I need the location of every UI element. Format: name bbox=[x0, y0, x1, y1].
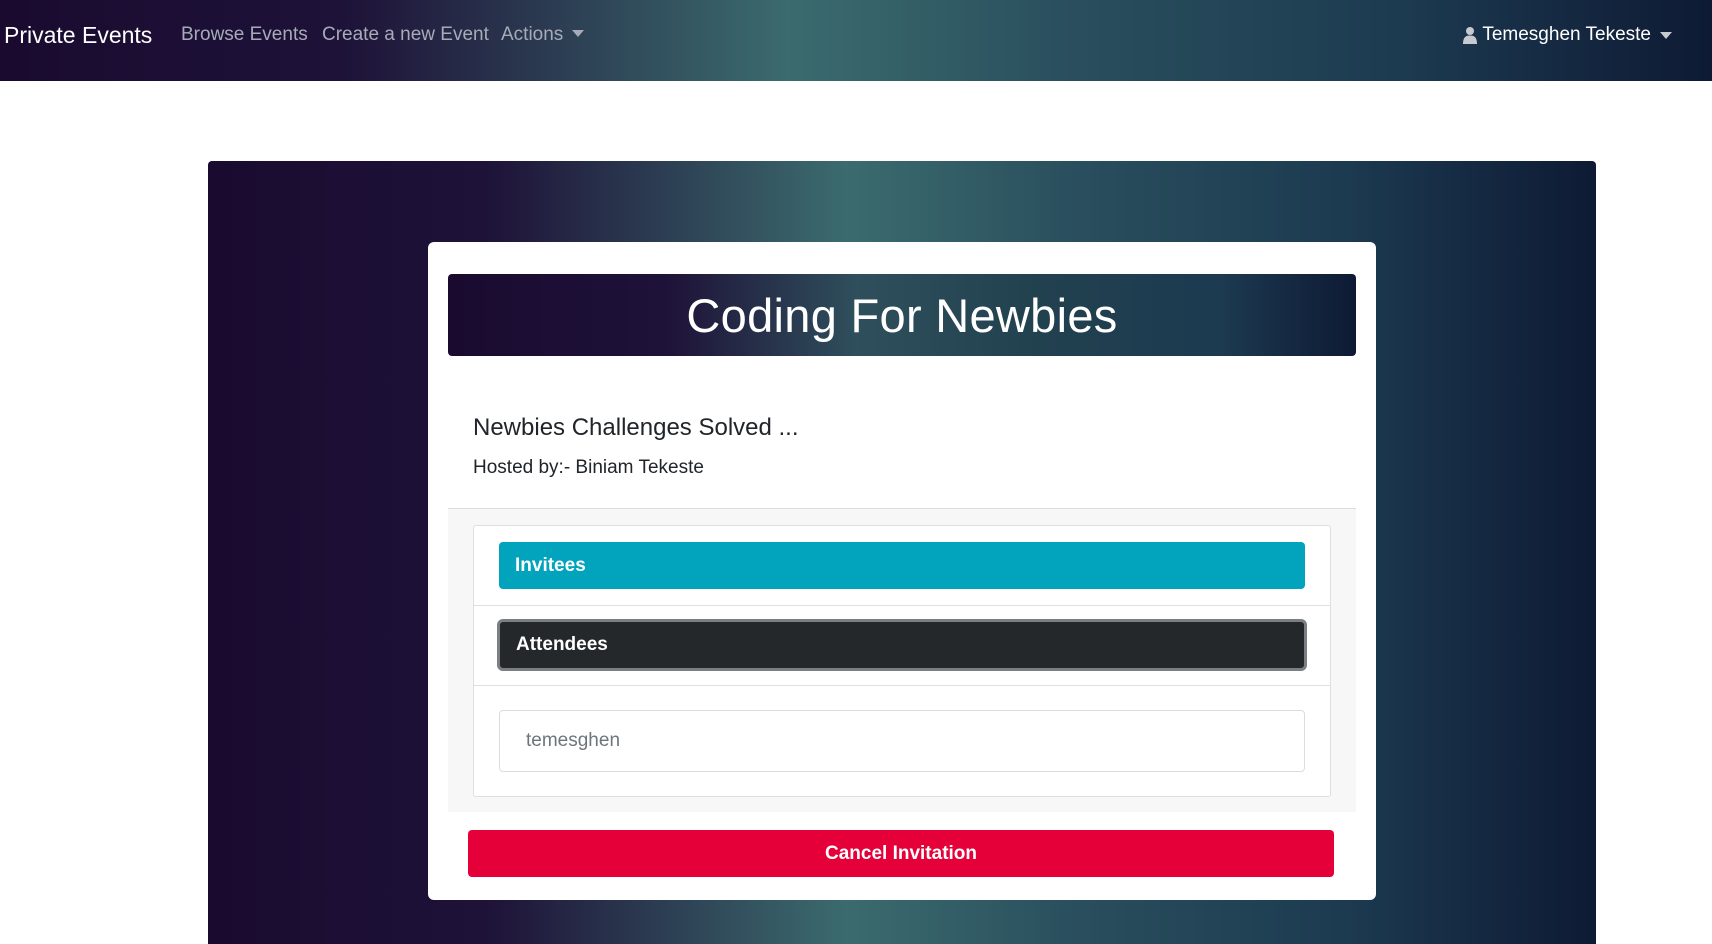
cancel-invitation-button[interactable]: Cancel Invitation bbox=[468, 830, 1334, 877]
list-item: Attendees bbox=[474, 606, 1330, 686]
nav-create-event[interactable]: Create a new Event bbox=[322, 24, 489, 46]
user-menu-dropdown[interactable]: Temesghen Tekeste bbox=[1463, 24, 1672, 46]
list-item: temesghen bbox=[474, 686, 1330, 796]
attendees-button[interactable]: Attendees bbox=[497, 619, 1307, 671]
brand-link[interactable]: Private Events bbox=[4, 22, 152, 49]
event-title: Coding For Newbies bbox=[686, 288, 1118, 342]
nav-actions-label: Actions bbox=[501, 24, 564, 45]
attendance-list-group: Invitees Attendees temesghen bbox=[473, 525, 1331, 797]
nav-browse-events[interactable]: Browse Events bbox=[181, 24, 308, 46]
nav-actions-dropdown[interactable]: Actions bbox=[501, 24, 585, 46]
list-item: Invitees bbox=[474, 526, 1330, 606]
attendee-entry: temesghen bbox=[499, 710, 1305, 772]
user-name: Temesghen Tekeste bbox=[1482, 24, 1651, 45]
attendance-panel: Invitees Attendees temesghen bbox=[448, 508, 1356, 812]
event-host: Hosted by:- Biniam Tekeste bbox=[473, 457, 704, 478]
event-card: Coding For Newbies Newbies Challenges So… bbox=[428, 242, 1376, 900]
event-description: Newbies Challenges Solved ... bbox=[473, 414, 799, 441]
invitees-button[interactable]: Invitees bbox=[499, 542, 1305, 589]
top-navbar: Private Events Browse Events Create a ne… bbox=[0, 0, 1712, 81]
chevron-down-icon bbox=[572, 30, 585, 37]
user-icon bbox=[1463, 27, 1478, 44]
chevron-down-icon bbox=[1660, 31, 1672, 39]
event-title-bar: Coding For Newbies bbox=[448, 274, 1356, 356]
